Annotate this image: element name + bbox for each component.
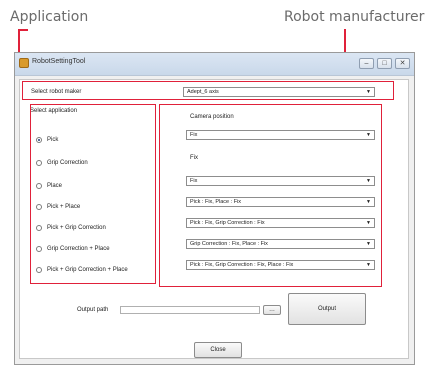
output-button[interactable]: Output — [288, 293, 366, 325]
callout-application: Application — [10, 9, 89, 25]
close-button[interactable]: Close — [194, 342, 242, 358]
application-highlight — [30, 104, 156, 284]
robot-manufacturer-highlight — [22, 81, 394, 100]
close-window-button[interactable]: ✕ — [395, 58, 410, 69]
robot-app-icon — [19, 58, 29, 68]
output-path-field[interactable] — [120, 306, 260, 314]
callout-line-application-h — [18, 29, 28, 31]
output-path-label: Output path — [77, 307, 109, 313]
minimize-button[interactable]: – — [359, 58, 374, 69]
window-title: RobotSettingTool — [32, 58, 86, 65]
maximize-button[interactable]: □ — [377, 58, 392, 69]
title-bar: RobotSettingTool – □ ✕ — [15, 53, 414, 76]
callout-robot-manufacturer: Robot manufacturer — [284, 9, 425, 25]
browse-button[interactable]: … — [263, 305, 281, 315]
camera-position-highlight — [159, 104, 382, 287]
